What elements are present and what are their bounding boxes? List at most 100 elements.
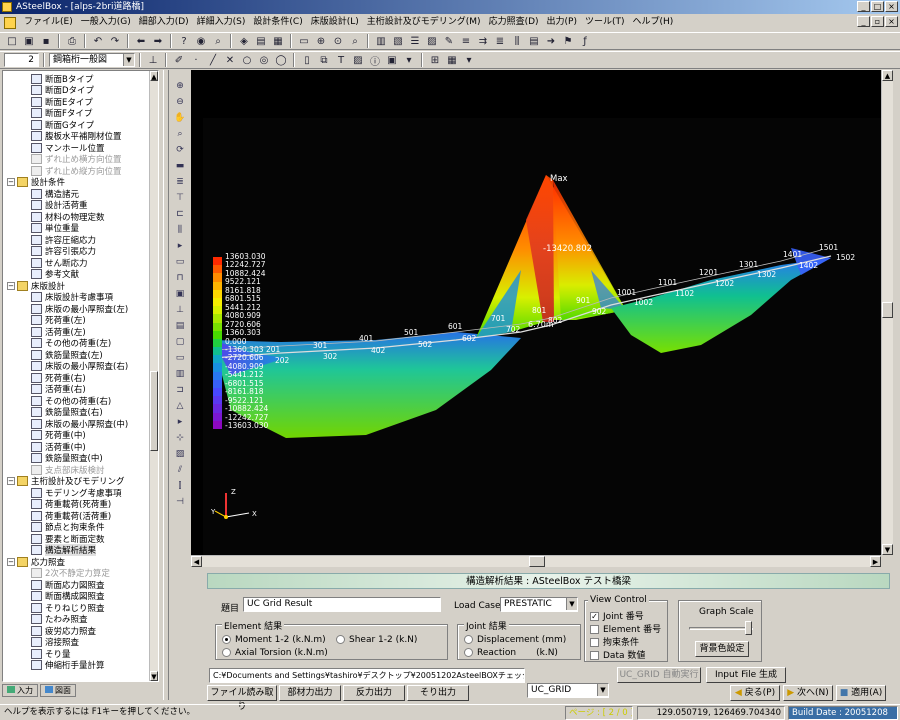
zoom-icon[interactable]: ⊙ — [330, 34, 346, 49]
tree-item[interactable]: 許容圧縮応力 — [31, 234, 96, 246]
auto-run-button[interactable]: UC_GRID 自動実行 — [617, 667, 701, 683]
zoom-out-icon[interactable]: ⊖ — [172, 94, 188, 110]
tree-item[interactable]: 床版の最小厚照査(中) — [31, 418, 128, 430]
title-input[interactable]: UC Grid Result — [243, 597, 441, 612]
print-icon[interactable]: ⎙ — [64, 34, 80, 49]
list-icon[interactable]: ☰ — [407, 34, 423, 49]
zoom-extents-icon[interactable]: ⌕ — [172, 126, 188, 142]
text-icon[interactable]: T — [333, 53, 349, 68]
input-file-button[interactable]: Input File 生成 — [706, 667, 786, 683]
pan-icon[interactable]: ✋ — [172, 110, 188, 126]
tree-item[interactable]: たわみ照査 — [31, 614, 88, 625]
tree-item[interactable]: 断面Fタイプ — [31, 108, 92, 119]
tree-item[interactable]: 荷重載荷(活荷重) — [31, 510, 111, 522]
tree-folder[interactable]: − 設計条件 — [7, 177, 65, 188]
tree-item[interactable]: 床版の最小厚照査(左) — [31, 303, 128, 315]
scroll-up-icon[interactable]: ▲ — [150, 71, 158, 81]
tree-item[interactable]: せん断応力 — [31, 257, 88, 269]
beam-icon[interactable]: ⊏ — [172, 206, 188, 222]
dropdown-icon[interactable]: ▾ — [461, 53, 477, 68]
bars-icon[interactable]: ▥ — [172, 366, 188, 382]
displacement-radio[interactable]: Displacement (mm) — [464, 635, 566, 645]
tree-item[interactable]: 断面Gタイプ — [31, 119, 94, 131]
doc-icon[interactable]: ▯ — [299, 53, 315, 68]
mdi-minimize-button[interactable]: _ — [857, 16, 870, 27]
tree-folder[interactable]: − 主桁設計及びモデリング — [7, 476, 125, 487]
panel-icon[interactable]: ▤ — [172, 318, 188, 334]
redo-icon[interactable]: ↷ — [107, 34, 123, 49]
table-icon[interactable]: ▥ — [373, 34, 389, 49]
ruler-icon[interactable]: ▬ — [172, 158, 188, 174]
shear-radio[interactable]: Shear 1-2 (k.N) — [336, 635, 417, 645]
flow-icon[interactable]: ⇉ — [475, 34, 491, 49]
data-value-checkbox[interactable]: Data 数値 — [590, 648, 645, 661]
output-tab-0[interactable]: ファイル読み取り — [207, 685, 277, 712]
hatch-icon[interactable]: ▨ — [172, 446, 188, 462]
model-viewport[interactable]: 13603.030 12242.727 10882.424 9522.121 8161.… — [191, 70, 881, 555]
collapse-icon[interactable]: − — [7, 178, 15, 186]
search-icon[interactable]: ⌕ — [210, 34, 226, 49]
anchor-icon[interactable]: ⊥ — [145, 53, 161, 68]
screen-icon[interactable]: ▭ — [296, 34, 312, 49]
edit-icon[interactable]: ✎ — [441, 34, 457, 49]
lines-icon[interactable]: ≣ — [492, 34, 508, 49]
new-file-icon[interactable]: □ — [4, 34, 20, 49]
undo-icon[interactable]: ↶ — [90, 34, 106, 49]
output-tab-3[interactable]: そり出力 — [407, 685, 469, 701]
tree-item[interactable]: その他の荷重(右) — [31, 395, 111, 407]
end-icon[interactable]: ⊣ — [172, 494, 188, 510]
vert-more-icon[interactable]: ▸ — [172, 238, 188, 254]
minimize-button[interactable]: _ — [857, 1, 870, 12]
tree-item[interactable]: 支点部床版検討 — [31, 464, 105, 476]
menu-item-8[interactable]: 出力(P) — [543, 15, 581, 30]
tree-item[interactable]: 鉄筋量照査(中) — [31, 453, 103, 464]
link-icon[interactable]: ⫽ — [172, 462, 188, 478]
grid-vert-icon[interactable]: ⫼ — [172, 222, 188, 238]
chart-icon[interactable]: ▧ — [390, 34, 406, 49]
viewport-vscroll[interactable]: ▲ ▼ — [881, 70, 893, 555]
rotate-icon[interactable]: ⟳ — [172, 142, 188, 158]
tree-item[interactable]: 活荷重(右) — [31, 384, 86, 395]
tree-item[interactable]: 単位重量 — [31, 223, 79, 234]
next-button[interactable]: ▶ 次へ(N) — [783, 685, 833, 701]
line-icon[interactable]: ╱ — [205, 53, 221, 68]
mdi-restore-button[interactable]: ▫ — [871, 16, 884, 27]
output-tab-2[interactable]: 反力出力 — [343, 685, 405, 701]
element-number-checkbox[interactable]: Element 番号 — [590, 622, 661, 635]
tree-item[interactable]: 材料の物理定数 — [31, 211, 105, 223]
tree-item[interactable]: 節点と拘束条件 — [31, 522, 105, 533]
tree-item[interactable]: 鉄筋量照査(右) — [31, 407, 103, 418]
back-button[interactable]: ◀ 戻る(P) — [730, 685, 780, 701]
scroll-down-icon[interactable]: ▼ — [150, 671, 158, 681]
grid-icon[interactable]: ▦ — [270, 34, 286, 49]
window-icon[interactable]: ▣ — [172, 286, 188, 302]
more-vert-icon[interactable]: ▸ — [172, 414, 188, 430]
tree-item[interactable]: そりねじり照査 — [31, 602, 105, 614]
ring-icon[interactable]: ◯ — [273, 53, 289, 68]
hscroll-left-icon[interactable]: ◀ — [191, 556, 202, 567]
load-case-select[interactable]: PRESTATIC ▼ — [500, 597, 578, 612]
tree-item[interactable]: 断面Dタイプ — [31, 85, 94, 96]
vscroll-down-icon[interactable]: ▼ — [882, 544, 893, 555]
reaction-radio[interactable]: Reaction (k.N) — [464, 648, 558, 658]
tree-item[interactable]: 要素と断面定数 — [31, 533, 105, 545]
tree-item[interactable]: 荷重載荷(死荷重) — [31, 499, 111, 510]
splitter[interactable] — [163, 70, 169, 700]
tree-item[interactable]: 構造解析結果 — [31, 544, 97, 556]
circle-icon[interactable]: ○ — [239, 53, 255, 68]
hscroll-thumb[interactable] — [529, 556, 545, 567]
frame-vert-icon[interactable]: ▭ — [172, 254, 188, 270]
column-icon[interactable]: ⊓ — [172, 270, 188, 286]
joint-number-checkbox[interactable]: ✓ Joint 番号 — [590, 609, 644, 622]
tree-item[interactable]: 床版の最小厚照査(右) — [31, 361, 128, 372]
align-icon[interactable]: ≡ — [458, 34, 474, 49]
box-icon[interactable]: ▢ — [172, 334, 188, 350]
number-field[interactable]: 2 — [4, 53, 39, 67]
grid-toggle-icon[interactable]: ⊞ — [427, 53, 443, 68]
apply-button[interactable]: ■ 適用(A) — [836, 685, 886, 701]
tree-item[interactable]: 伸縮桁手量計算 — [31, 660, 105, 671]
save-icon[interactable]: ▪ — [38, 34, 54, 49]
tree-item[interactable]: 死荷重(右) — [31, 372, 86, 384]
graph-scale-slider[interactable] — [745, 621, 752, 635]
function-icon[interactable]: ƒ — [577, 34, 593, 49]
